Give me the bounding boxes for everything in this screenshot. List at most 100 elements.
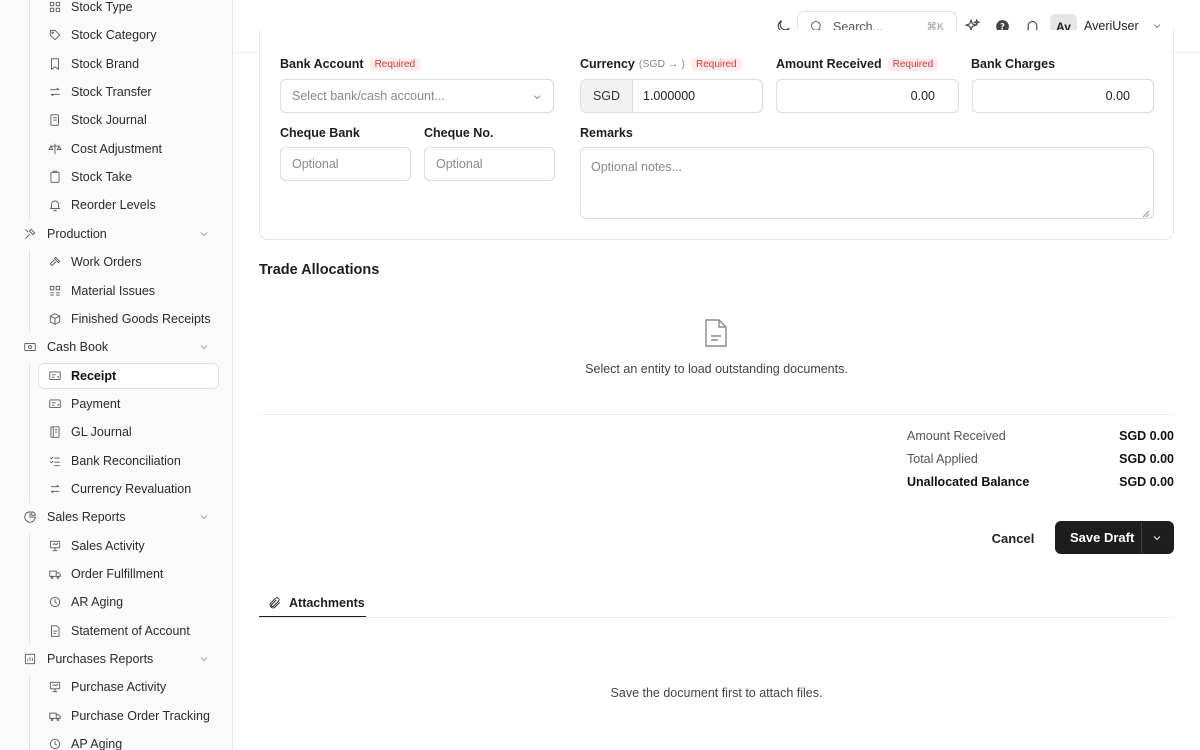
- payment-out-icon: [48, 397, 62, 411]
- sidebar-item-currency-revaluation[interactable]: Currency Revaluation: [0, 475, 232, 503]
- sidebar-group-purchases-reports[interactable]: Purchases Reports: [0, 645, 232, 673]
- sidebar-item-purchase-order-tracking[interactable]: Purchase Order Tracking: [0, 702, 232, 730]
- sidebar-item-ap-aging[interactable]: AP Aging: [0, 730, 232, 750]
- journal-icon: [48, 113, 62, 127]
- sidebar-item-stock-type[interactable]: Stock Type: [0, 0, 232, 21]
- bank-charges-input[interactable]: 0.00: [972, 79, 1154, 113]
- currency-hint: (SGD → ): [638, 58, 685, 70]
- clock-icon: [48, 737, 62, 750]
- sidebar-item-label: Sales Reports: [47, 510, 126, 524]
- remarks-placeholder: Optional notes...: [591, 160, 683, 174]
- tag-icon: [48, 28, 62, 42]
- cheque-bank-label: Cheque Bank: [280, 126, 360, 140]
- cash-icon: [23, 340, 37, 354]
- amount-received-value: 0.00: [910, 89, 935, 103]
- sidebar-item-label: Stock Category: [71, 28, 157, 42]
- sidebar-item-work-orders[interactable]: Work Orders: [0, 248, 232, 276]
- cancel-button[interactable]: Cancel: [981, 526, 1045, 550]
- exchange-rate-input[interactable]: SGD 1.000000: [580, 79, 763, 113]
- sidebar-item-order-fulfillment[interactable]: Order Fulfillment: [0, 560, 232, 588]
- cheque-no-input[interactable]: Optional: [424, 147, 555, 181]
- chart-box-icon: [23, 652, 37, 666]
- bell-icon: [48, 198, 62, 212]
- sidebar-item-receipt[interactable]: Receipt: [38, 363, 219, 389]
- sidebar-group-production[interactable]: Production: [0, 220, 232, 248]
- scale-icon: [48, 142, 62, 156]
- summary-label: Total Applied: [907, 452, 978, 466]
- presentation-icon: [48, 680, 62, 694]
- currency-label: Currency (SGD → ) Required: [580, 57, 742, 71]
- sidebar: Stock Type Stock Category Stock Brand Stock…: [0, 0, 233, 750]
- sidebar-group-cash-book[interactable]: Cash Book: [0, 333, 232, 361]
- sidebar-item-label: Stock Journal: [71, 113, 147, 127]
- sidebar-item-label: Cost Adjustment: [71, 142, 163, 156]
- sidebar-item-bank-reconciliation[interactable]: Bank Reconciliation: [0, 447, 232, 475]
- remarks-label: Remarks: [580, 126, 633, 140]
- amount-received-input[interactable]: 0.00: [776, 79, 959, 113]
- sidebar-item-label: Receipt: [71, 369, 117, 383]
- receipt-form-card: Bank Account Required Select bank/cash a…: [259, 30, 1174, 240]
- tools-icon: [23, 227, 37, 241]
- paperclip-icon: [268, 596, 282, 610]
- amount-received-label: Amount Received Required: [776, 57, 939, 71]
- sidebar-item-label: Bank Reconciliation: [71, 454, 181, 468]
- resize-grip-icon[interactable]: [1142, 207, 1150, 218]
- bank-account-placeholder: Select bank/cash account...: [292, 89, 445, 103]
- exchange-rate-value: 1.000000: [643, 89, 696, 103]
- save-draft-label: Save Draft: [1070, 530, 1135, 545]
- checklist-icon: [48, 454, 62, 468]
- cheque-bank-placeholder: Optional: [292, 157, 339, 171]
- sidebar-item-purchase-activity[interactable]: Purchase Activity: [0, 673, 232, 701]
- sidebar-item-material-issues[interactable]: Material Issues: [0, 277, 232, 305]
- sidebar-item-stock-brand[interactable]: Stock Brand: [0, 50, 232, 78]
- summary-value: SGD 0.00: [1119, 429, 1174, 443]
- grid-icon: [48, 0, 62, 14]
- sidebar-item-reorder-levels[interactable]: Reorder Levels: [0, 191, 232, 219]
- summary-value: SGD 0.00: [1119, 475, 1174, 489]
- sidebar-item-label: Payment: [71, 397, 121, 411]
- bank-account-select[interactable]: Select bank/cash account...: [280, 79, 554, 113]
- sidebar-item-stock-take[interactable]: Stock Take: [0, 163, 232, 191]
- remarks-textarea[interactable]: Optional notes...: [580, 147, 1154, 219]
- sidebar-item-sales-activity[interactable]: Sales Activity: [0, 532, 232, 560]
- chevron-down-icon[interactable]: [198, 511, 210, 523]
- sidebar-item-ar-aging[interactable]: AR Aging: [0, 588, 232, 616]
- sidebar-item-stock-transfer[interactable]: Stock Transfer: [0, 78, 232, 106]
- ledger-icon: [48, 425, 62, 439]
- sidebar-item-statement-of-account[interactable]: Statement of Account: [0, 617, 232, 645]
- sidebar-item-payment[interactable]: Payment: [0, 390, 232, 418]
- sidebar-item-label: Production: [47, 227, 107, 241]
- summary-label: Amount Received: [907, 429, 1006, 443]
- chevron-down-icon[interactable]: [198, 341, 210, 353]
- allocations-empty-message: Select an entity to load outstanding doc…: [585, 362, 848, 376]
- sidebar-item-label: Statement of Account: [71, 624, 190, 638]
- sidebar-item-stock-journal[interactable]: Stock Journal: [0, 106, 232, 134]
- remarks-label-text: Remarks: [580, 126, 633, 140]
- pie-chart-icon: [23, 510, 37, 524]
- cheque-no-placeholder: Optional: [436, 157, 483, 171]
- grid-list-icon: [48, 284, 62, 298]
- sidebar-item-label: AR Aging: [71, 595, 124, 609]
- sidebar-item-stock-category[interactable]: Stock Category: [0, 21, 232, 49]
- receipt-in-icon: [48, 369, 62, 383]
- tab-attachments[interactable]: Attachments: [259, 589, 366, 618]
- section-divider: [259, 414, 1174, 415]
- sidebar-item-label: Purchase Activity: [71, 680, 167, 694]
- bank-charges-label-text: Bank Charges: [971, 57, 1056, 71]
- save-draft-button[interactable]: Save Draft: [1055, 521, 1174, 554]
- chevron-down-icon[interactable]: [1151, 532, 1163, 544]
- sidebar-item-label: Material Issues: [71, 284, 156, 298]
- sidebar-group-sales-reports[interactable]: Sales Reports: [0, 503, 232, 531]
- cheque-bank-input[interactable]: Optional: [280, 147, 411, 181]
- chevron-down-icon[interactable]: [198, 653, 210, 665]
- sidebar-item-cost-adjustment[interactable]: Cost Adjustment: [0, 135, 232, 163]
- sidebar-item-finished-goods-receipts[interactable]: Finished Goods Receipts: [0, 305, 232, 333]
- sidebar-item-gl-journal[interactable]: GL Journal: [0, 418, 232, 446]
- summary-label: Unallocated Balance: [907, 475, 1030, 489]
- sidebar-item-label: Currency Revaluation: [71, 482, 192, 496]
- chevron-down-icon[interactable]: [198, 228, 210, 240]
- tab-attachments-label: Attachments: [289, 595, 365, 610]
- sidebar-item-label: Sales Activity: [71, 539, 145, 553]
- trade-allocations-title: Trade Allocations: [259, 262, 380, 278]
- required-badge: Required: [887, 57, 939, 71]
